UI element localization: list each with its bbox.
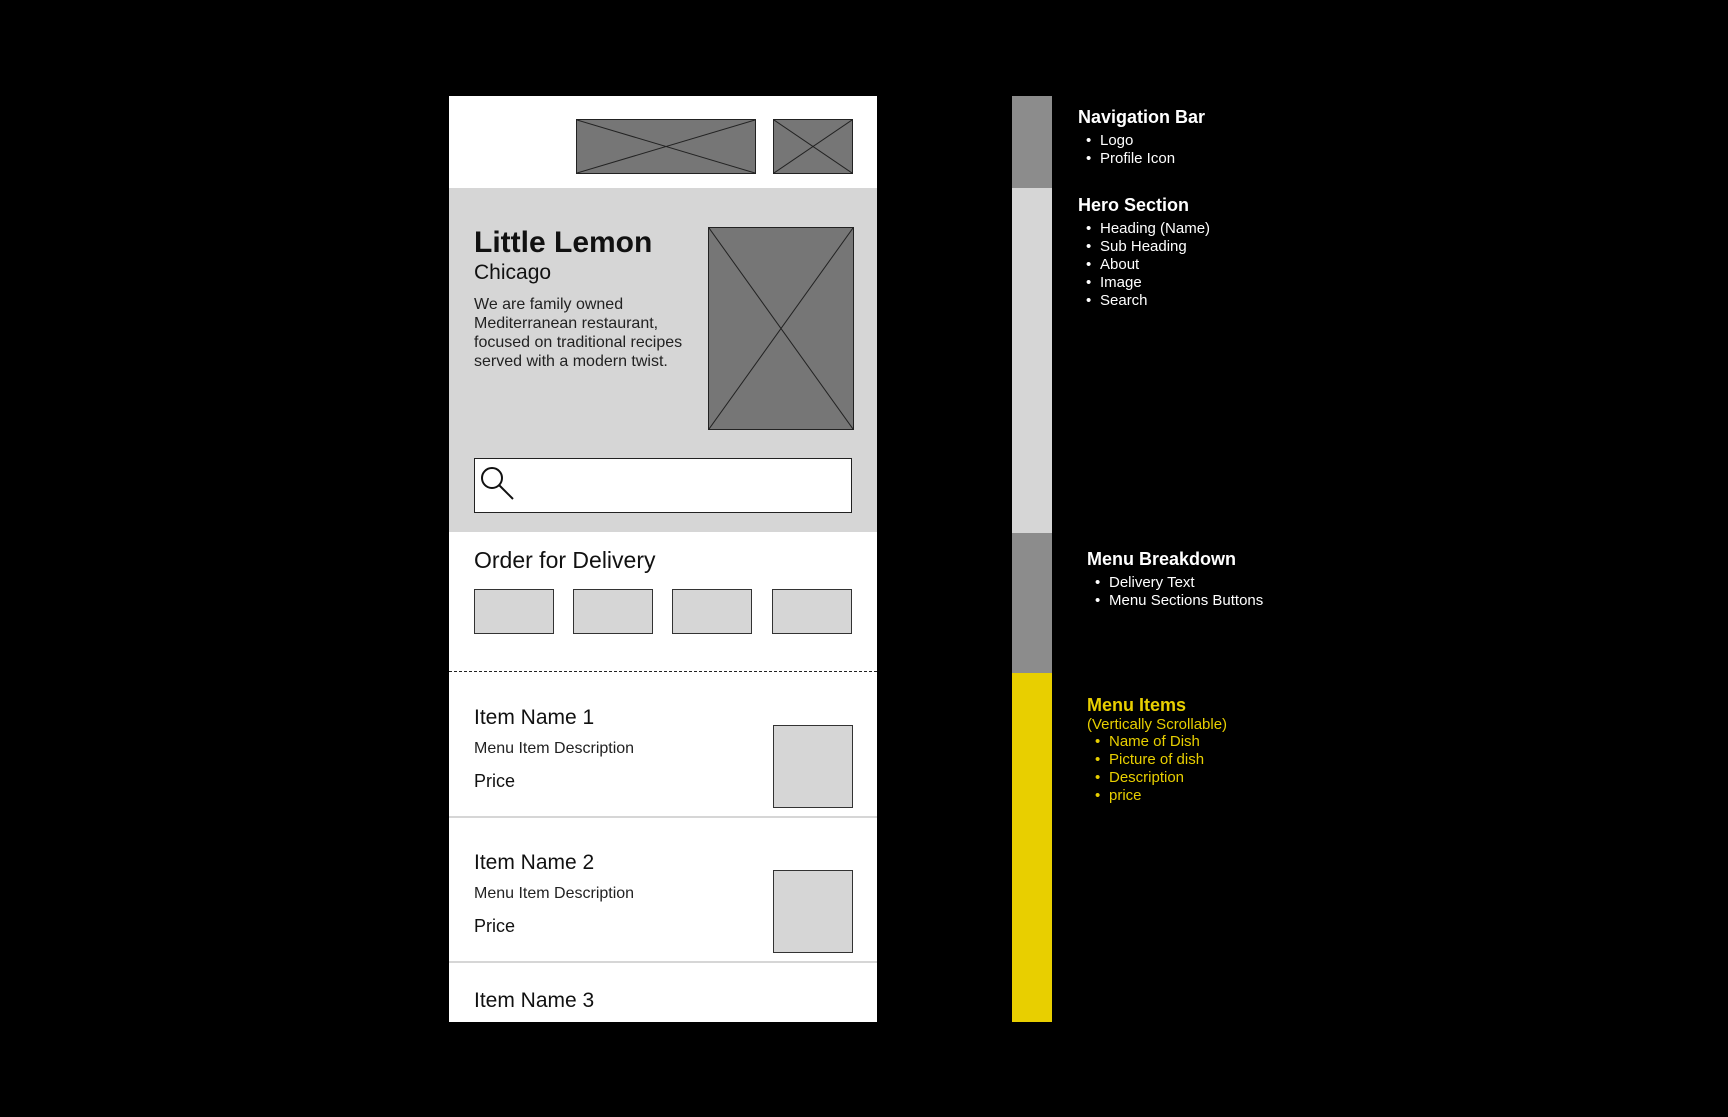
hero-annotation-item: Heading (Name) [1086,220,1210,238]
hero-annotation-item: Search [1086,292,1210,310]
placeholder-cross-icon [577,120,755,173]
menu-section-button-4[interactable] [772,589,852,634]
menu-items-annotation-item: Name of Dish [1095,733,1227,751]
menu-item-description: Menu Item Description [474,740,635,757]
hero-about-text: We are family owned Mediterranean restau… [474,296,683,370]
menu-item-row[interactable]: Item Name 1 Menu Item Description Price [449,673,877,818]
menu-items-indicator [1012,673,1052,1022]
menu-item-name: Item Name 1 [474,706,595,729]
hero-heading: Little Lemon [474,226,653,259]
menu-section-button-3[interactable] [672,589,752,634]
menu-items-annotation-item: Picture of dish [1095,751,1227,769]
search-input[interactable] [474,458,852,513]
menu-items-annotation-note: (Vertically Scrollable) [1087,716,1228,733]
menu-item-price: Price [474,771,516,791]
menu-item-description: Menu Item Description [474,885,635,902]
menu-item-image-placeholder [773,725,853,808]
menu-breakdown-annotation: Menu Breakdown Delivery Text Menu Sectio… [1087,549,1263,610]
profile-icon-placeholder[interactable] [773,119,853,174]
placeholder-cross-icon [709,228,853,429]
nav-bar-indicator [1012,96,1052,188]
menu-items-annotation-item: Description [1095,769,1227,787]
section-divider [449,671,877,672]
placeholder-cross-icon [774,120,852,173]
hero-annotation-item: About [1086,256,1210,274]
menu-items-annotation: Menu Items (Vertically Scrollable) Name … [1087,695,1227,805]
hero-annotation-item: Image [1086,274,1210,292]
menu-breakdown-indicator [1012,533,1052,673]
menu-section-button-1[interactable] [474,589,554,634]
menu-items-annotation-title: Menu Items [1087,695,1187,715]
menu-section-button-2[interactable] [573,589,653,634]
hero-annotation-title: Hero Section [1078,195,1190,215]
hero-annotation: Hero Section Heading (Name) Sub Heading … [1078,195,1210,310]
nav-annotation-item: Profile Icon [1086,150,1205,168]
hero-section: Little Lemon Chicago We are family owned… [449,188,877,532]
menu-item-name: Item Name 2 [474,851,595,874]
hero-subheading: Chicago [474,261,552,284]
menu-item-row[interactable]: Item Name 3 [449,963,877,1022]
phone-wireframe: Little Lemon Chicago We are family owned… [449,96,877,1022]
menu-item-price: Price [474,916,516,936]
nav-annotation-title: Navigation Bar [1078,107,1206,127]
hero-image-placeholder [708,227,854,430]
hero-annotation-item: Sub Heading [1086,238,1210,256]
menu-item-row[interactable]: Item Name 2 Menu Item Description Price [449,818,877,963]
hero-section-indicator [1012,188,1052,533]
nav-annotation-item: Logo [1086,132,1205,150]
menu-breakdown-annotation-title: Menu Breakdown [1087,549,1237,569]
navigation-bar [449,96,877,188]
delivery-heading: Order for Delivery [474,547,656,573]
menu-breakdown-annotation-item: Menu Sections Buttons [1095,592,1263,610]
menu-items-annotation-item: price [1095,787,1227,805]
menu-item-image-placeholder [773,870,853,953]
menu-breakdown-annotation-item: Delivery Text [1095,574,1263,592]
nav-annotation: Navigation Bar Logo Profile Icon [1078,107,1205,168]
menu-item-name: Item Name 3 [474,989,595,1012]
logo-placeholder[interactable] [576,119,756,174]
search-icon [481,467,514,500]
